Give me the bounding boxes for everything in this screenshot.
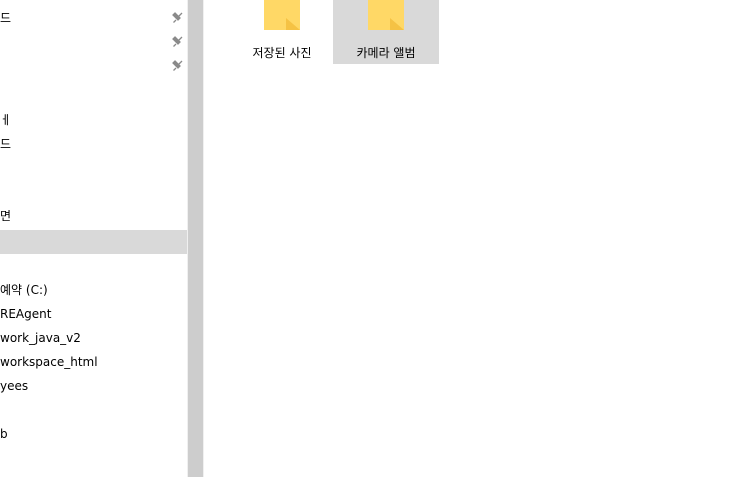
scrollbar-thumb[interactable] — [188, 0, 203, 477]
navigation-pane[interactable]: 드 ㅔ 드 면 예약 (C:) REAgent work_java_v2 wor… — [0, 0, 187, 477]
nav-item-label: work_java_v2 — [0, 331, 81, 345]
nav-item-reagent[interactable]: REAgent — [0, 302, 187, 326]
nav-item-workspace-html[interactable]: workspace_html — [0, 350, 187, 374]
nav-item-work-java-v2[interactable]: work_java_v2 — [0, 326, 187, 350]
pin-icon[interactable] — [171, 59, 185, 73]
nav-item-quick-access-2[interactable] — [0, 30, 187, 54]
nav-item-label: ㅔ — [0, 113, 12, 127]
nav-item-label: 예약 (C:) — [0, 283, 48, 297]
nav-scrollbar[interactable] — [187, 0, 204, 477]
file-list-pane[interactable]: 저장된 사진 카메라 앨범 — [204, 0, 745, 477]
nav-item-b[interactable]: b — [0, 422, 187, 446]
folder-item-camera-roll[interactable]: 카메라 앨범 — [333, 0, 439, 64]
nav-item-desktop[interactable]: 면 — [0, 204, 187, 228]
nav-item-5[interactable]: 드 — [0, 132, 187, 156]
nav-item-4[interactable]: ㅔ — [0, 108, 187, 132]
folder-icon — [264, 0, 300, 30]
nav-item-drive-c[interactable]: 예약 (C:) — [0, 278, 187, 302]
nav-item-label: REAgent — [0, 307, 52, 321]
folder-item-saved-pictures[interactable]: 저장된 사진 — [229, 0, 335, 64]
pin-icon[interactable] — [171, 11, 185, 25]
nav-item-label: b — [0, 427, 8, 441]
nav-item-label: yees — [0, 379, 29, 393]
nav-item-label: 드 — [0, 137, 12, 151]
pin-icon[interactable] — [171, 35, 185, 49]
nav-item-label: 드 — [0, 11, 12, 25]
nav-item-quick-access-3[interactable] — [0, 54, 187, 78]
nav-item-selected[interactable] — [0, 230, 187, 254]
folder-label: 저장된 사진 — [252, 46, 312, 60]
nav-item-label: workspace_html — [0, 355, 98, 369]
nav-item-label: 면 — [0, 209, 12, 223]
folder-icon — [368, 0, 404, 30]
nav-item-employees[interactable]: yees — [0, 374, 187, 398]
nav-item-quick-access-1[interactable]: 드 — [0, 6, 187, 30]
folder-label: 카메라 앨범 — [356, 46, 416, 60]
